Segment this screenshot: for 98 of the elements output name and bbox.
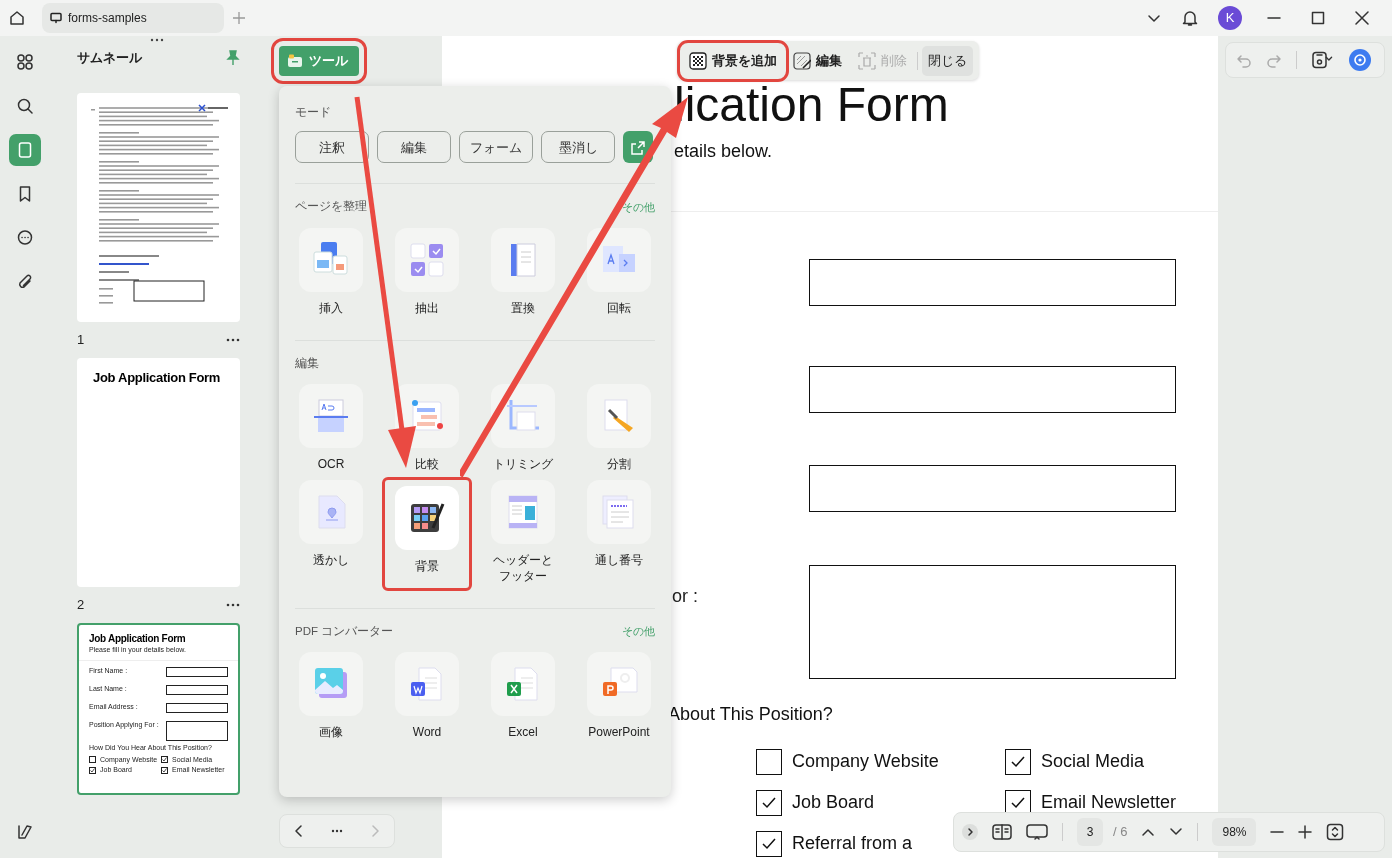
undo-icon [1236,52,1252,68]
home-icon [8,9,26,27]
section-title: 編集 [295,355,319,371]
more-icon [226,603,240,607]
thumbnail-field [166,685,228,696]
thumbnail-field [166,721,228,742]
text-field[interactable] [809,565,1176,679]
page-menu-button[interactable] [226,603,240,607]
two-page-icon [992,823,1012,841]
pin-icon [226,50,240,66]
page-layout-button[interactable] [992,823,1012,841]
checkmark-icon [761,795,777,810]
mode-button[interactable]: 編集 [377,131,451,164]
page-thumbnail[interactable] [77,623,240,795]
checkmark-icon [1010,754,1026,769]
checkmark-icon [1010,795,1026,810]
avatar-button[interactable]: K [1218,6,1242,30]
more-button[interactable] [331,829,343,833]
previous-button[interactable] [293,825,304,837]
thumbnail-field [166,703,228,714]
chevron-right-icon [962,824,978,840]
redo-icon [1266,52,1282,68]
form-question: About This Position? [667,703,834,726]
checker-icon [689,51,707,70]
pin-button[interactable] [226,50,240,66]
book-icon [16,823,34,841]
zoom-field[interactable]: 98% [1212,818,1257,846]
text-field[interactable] [809,366,1176,413]
fit-page-button[interactable] [1326,823,1345,841]
home-button[interactable] [8,9,26,27]
save-icon [1311,51,1335,69]
export-icon [630,140,646,157]
close-icon [1355,11,1369,25]
zoom-in-button[interactable] [1298,825,1313,839]
chevron-right-icon [370,825,381,837]
option-label: Social Media [1041,750,1145,773]
presentation-button[interactable] [1026,823,1048,841]
checkbox[interactable] [756,748,782,775]
save-button[interactable] [1311,51,1335,69]
plus-icon [1298,825,1313,839]
screen-icon [1026,823,1048,841]
thumbnail-field [166,667,228,678]
search-icon [16,97,34,115]
toolbar-button[interactable]: 背景を追加 [683,45,783,76]
checkmark-icon [761,836,777,851]
mode-button[interactable]: フォーム [459,131,533,164]
toolbar-button[interactable]: 閉じる [922,45,973,76]
toolbar-button[interactable]: 編集 [787,45,848,76]
mode-button[interactable]: 墨消し [541,131,615,164]
plus-icon [232,11,246,25]
apps-icon [16,53,34,71]
document-title: lication Form [674,77,950,133]
ai-icon [1349,49,1371,71]
page-number-field[interactable]: 3 [1077,818,1103,846]
document-tab[interactable]: forms-samples [42,3,224,33]
document-subtitle: etails below. [674,140,774,163]
thumbnail-heading: Job Application Form [89,632,187,646]
tool-button[interactable]: 通し番号 [577,479,661,588]
monitor-icon [50,12,62,24]
page-thumbnail[interactable]: Job Application Form [77,358,240,587]
maximize-icon [1311,11,1325,25]
page-menu-button[interactable] [226,338,240,342]
checkbox[interactable] [1005,748,1031,775]
paperclip-icon [16,273,34,291]
page-number: 2 [77,596,85,615]
panel-title: サムネール [77,49,142,68]
mode-button[interactable]: 注釈 [295,131,369,164]
section-title: ページを整理 [295,199,367,215]
text-field[interactable] [809,259,1176,306]
fit-icon [1326,823,1345,841]
ai-assistant-button[interactable] [1349,49,1371,71]
option-label: Company Website [792,750,939,773]
page-count: / 6 [1113,823,1128,842]
section-title: モード [295,105,332,120]
pattern-pencil-icon [793,51,811,70]
option-label: Email Newsletter [1041,791,1177,814]
option-label: Job Board [792,791,875,814]
comment-icon [16,229,34,247]
checkbox[interactable] [756,830,782,857]
trash-icon [858,51,876,70]
more-icon [331,829,343,833]
more-icon [226,338,240,342]
page-number: 1 [77,331,85,350]
tool-button[interactable]: 透かし [289,479,373,588]
expand-button[interactable] [962,824,978,840]
page-icon [16,141,34,159]
option-label: Referral from a [792,832,913,855]
section-title: PDF コンバーター [295,623,394,639]
thumbnail-heading: Job Application Form [92,369,222,387]
drag-handle-icon [150,38,164,42]
form-label: or : [672,586,698,606]
tool-button[interactable]: 背景 [385,479,469,588]
checkbox[interactable] [756,789,782,816]
toolbox-icon [287,54,303,68]
tool-button[interactable]: ヘッダーとフッター [481,479,565,588]
chevron-left-icon [293,825,304,837]
text-field[interactable] [809,465,1176,512]
bell-icon [1181,9,1199,27]
